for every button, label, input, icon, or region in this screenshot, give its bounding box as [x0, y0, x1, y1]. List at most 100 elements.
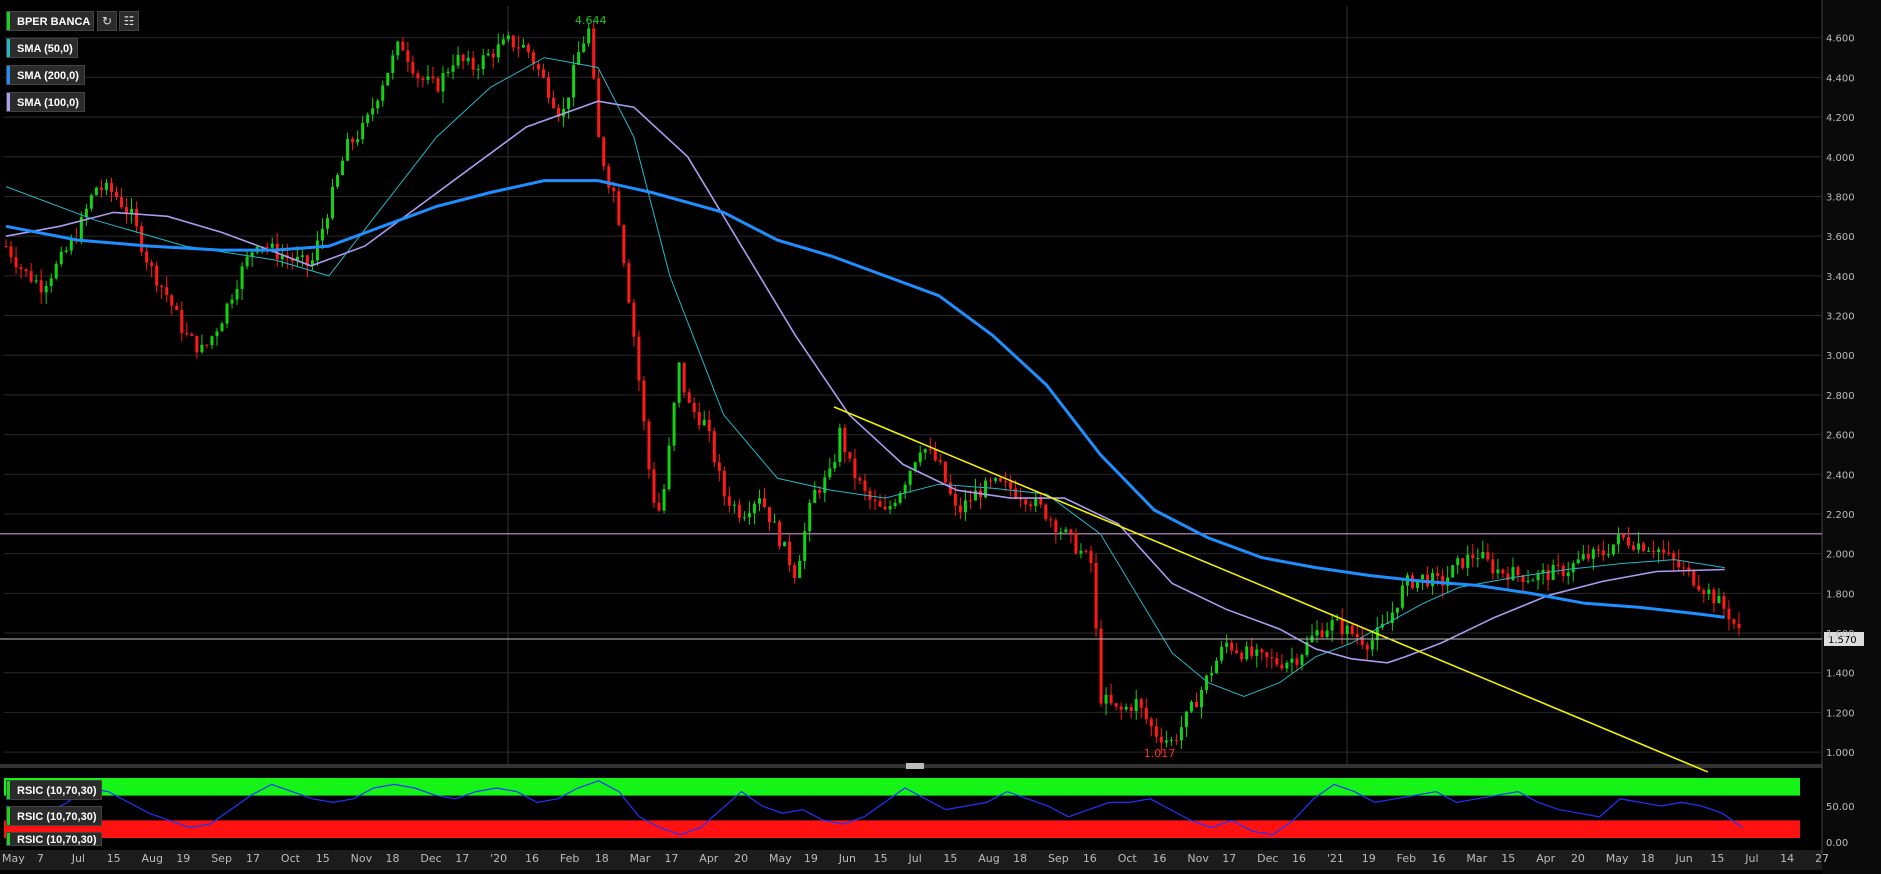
candle-body — [883, 506, 887, 510]
candle-body — [1144, 707, 1148, 720]
time-tick-label: Sep — [1048, 852, 1069, 865]
candle-body — [632, 302, 636, 337]
candle-body — [1174, 739, 1178, 741]
candle-body — [943, 461, 947, 483]
candle-body — [506, 35, 510, 40]
candle-body — [893, 502, 897, 507]
candle-body — [1134, 699, 1138, 711]
candle-body — [1029, 504, 1033, 507]
candle-body — [516, 47, 520, 49]
sma-100-legend[interactable]: SMA (100,0) — [6, 92, 85, 112]
time-tick-label: '21 — [1327, 852, 1344, 865]
candle-body — [1129, 706, 1133, 711]
candle-body — [99, 187, 103, 190]
price-tick-label: 3.200 — [1826, 312, 1855, 323]
price-tick-label: 4.600 — [1826, 34, 1855, 45]
min-price-label: 1.017 — [1144, 747, 1176, 760]
price-tick-label: 1.600 — [1826, 629, 1855, 640]
time-tick-label: 15 — [316, 852, 330, 865]
candle-body — [1039, 498, 1043, 505]
candle-body — [1004, 481, 1008, 483]
max-price-label: 4.644 — [575, 14, 607, 27]
candle-body — [1220, 646, 1224, 661]
candle-body — [1215, 660, 1219, 674]
candle-body — [712, 431, 716, 463]
candle-body — [64, 250, 68, 252]
sma-50-legend[interactable]: SMA (50,0) — [6, 38, 78, 58]
candle-body — [1632, 545, 1636, 550]
rsi-label-1: RSIC (10,70,30) — [17, 785, 97, 797]
time-tick-label: May — [2, 852, 25, 865]
chart-settings-icon[interactable]: ☷ — [119, 11, 139, 31]
candle-body — [918, 452, 922, 463]
candle-body — [757, 498, 761, 504]
candle-body — [541, 69, 545, 78]
price-chart[interactable]: 4.6441.0171.570 4.6004.4004.2004.0003.80… — [0, 0, 1881, 874]
candle-body — [642, 380, 646, 422]
symbol-button[interactable]: BPER BANCA — [6, 11, 94, 31]
candle-body — [662, 489, 666, 511]
candle-body — [1270, 657, 1274, 659]
sma-200-legend[interactable]: SMA (200,0) — [6, 65, 85, 85]
candle-body — [1225, 642, 1229, 647]
candle-body — [89, 195, 93, 209]
candle-body — [1526, 580, 1530, 582]
candle-body — [1596, 549, 1600, 551]
candle-body — [783, 541, 787, 547]
candle-body — [466, 57, 470, 61]
candle-body — [155, 265, 159, 286]
refresh-icon[interactable]: ↻ — [97, 11, 117, 31]
candle-body — [1601, 550, 1605, 556]
time-tick-label: Sep — [211, 852, 232, 865]
candle-body — [803, 531, 807, 561]
time-tick-label: 16 — [1153, 852, 1167, 865]
price-tick-label: 1.000 — [1826, 748, 1855, 759]
time-tick-label: 18 — [386, 852, 400, 865]
candle-body — [953, 493, 957, 506]
candle-body — [24, 269, 28, 272]
candle-body — [1099, 628, 1103, 704]
candle-body — [968, 500, 972, 502]
time-tick-label: Mar — [1466, 852, 1487, 865]
candle-body — [637, 336, 641, 381]
rsi-tick-label: 50.00 — [1826, 802, 1855, 813]
candle-body — [1179, 727, 1183, 741]
candle-body — [1566, 572, 1570, 576]
candle-body — [687, 392, 691, 403]
rsi-swatch-2 — [7, 807, 10, 825]
candle-body — [14, 257, 18, 268]
price-tick-label: 1.200 — [1826, 708, 1855, 719]
candle-body — [773, 521, 777, 523]
rsi-legend-2[interactable]: RSIC (10,70,30) — [6, 806, 102, 826]
candle-body — [878, 501, 882, 507]
time-tick-label: 16 — [1292, 852, 1306, 865]
price-tick-label: 2.000 — [1826, 550, 1855, 561]
candle-body — [94, 187, 98, 196]
candle-body — [320, 228, 324, 241]
candle-body — [1737, 623, 1741, 629]
candle-body — [1551, 564, 1555, 580]
candle-body — [170, 295, 174, 306]
pane-separator — [0, 764, 1881, 768]
candle-body — [657, 502, 661, 511]
candle-body — [1556, 564, 1560, 566]
candle-body — [627, 263, 631, 303]
candle-body — [1476, 558, 1480, 560]
candle-body — [371, 108, 375, 115]
candle-body — [19, 267, 23, 270]
candle-body — [768, 506, 772, 523]
rsi-legend-1[interactable]: RSIC (10,70,30) — [6, 780, 102, 800]
candle-body — [793, 565, 797, 578]
candle-body — [1290, 658, 1294, 663]
candle-body — [1194, 702, 1198, 708]
candle-body — [1109, 694, 1113, 704]
candle-body — [29, 271, 33, 282]
candle-body — [848, 452, 852, 459]
candle-body — [1164, 740, 1168, 743]
candle-body — [853, 458, 857, 479]
rsi-legend-3[interactable]: RSIC (10,70,30) — [6, 832, 102, 846]
candle-body — [300, 255, 304, 257]
candle-body — [1647, 550, 1651, 552]
candle-body — [84, 208, 88, 217]
candle-body — [1697, 585, 1701, 591]
